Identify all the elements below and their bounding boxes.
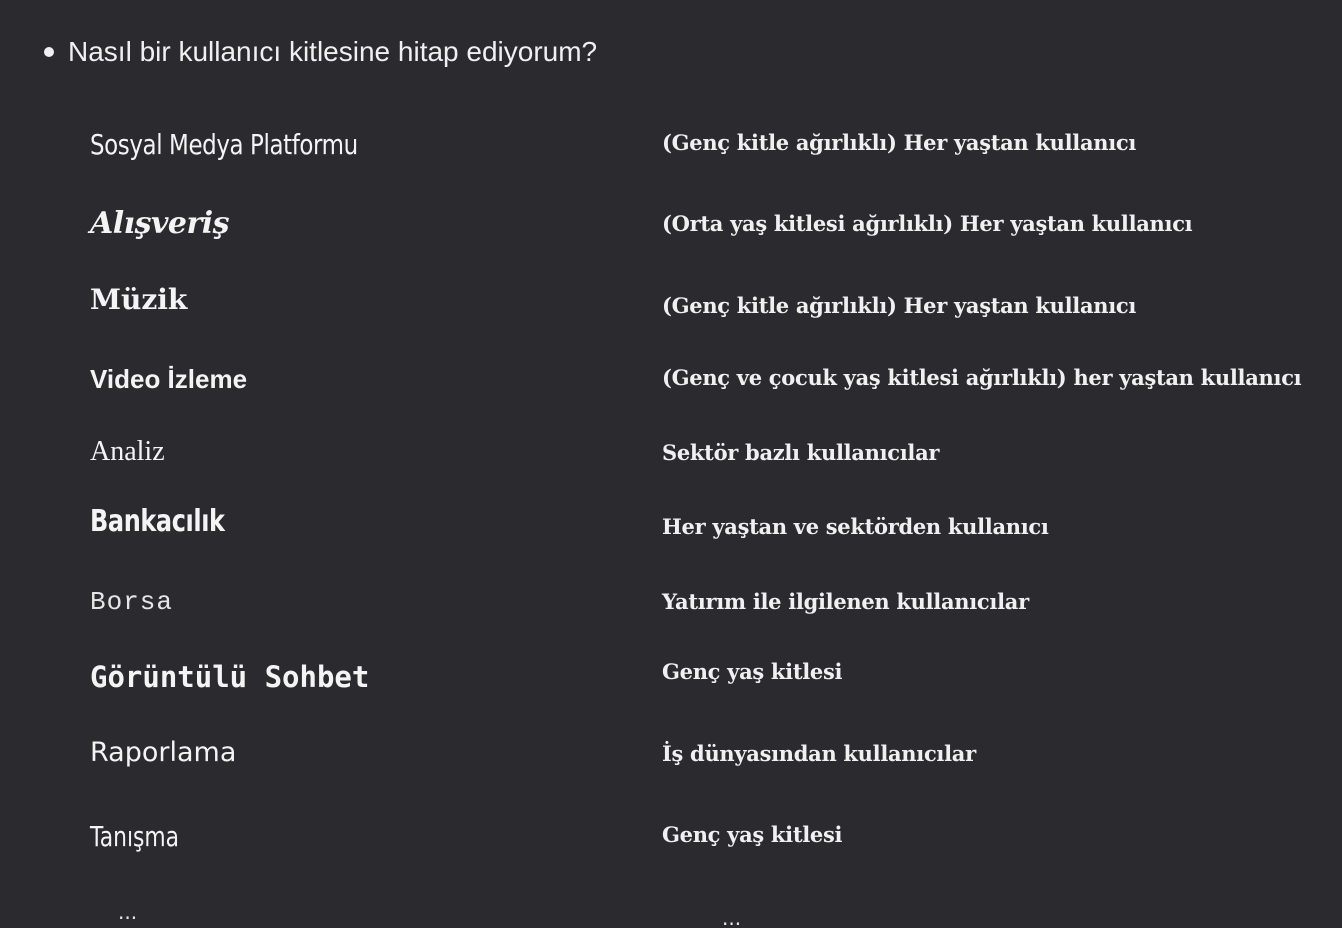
audience-analysis: Sektör bazlı kullanıcılar [662, 440, 940, 465]
category-video-chat: Görüntülü Sohbet [90, 660, 370, 694]
audience-social-media: (Genç kitle ağırlıklı) Her yaştan kullan… [662, 130, 1137, 155]
category-social-media: Sosyal Medya Platformu [90, 128, 358, 161]
audience-stock: Yatırım ile ilgilenen kullanıcılar [662, 589, 1029, 614]
audience-dating: Genç yaş kitlesi [662, 822, 843, 847]
question-text: Nasıl bir kullanıcı kitlesine hitap ediy… [68, 36, 598, 67]
category-stock: Borsa [90, 587, 174, 617]
audience-video: (Genç ve çocuk yaş kitlesi ağırlıklı) he… [662, 365, 1302, 390]
category-video: Video İzleme [90, 364, 248, 394]
category-dating: Tanışma [90, 820, 180, 853]
bullet-dot-icon [44, 47, 54, 57]
ellipsis-right: ... [722, 906, 742, 928]
audience-music: (Genç kitle ağırlıklı) Her yaştan kullan… [662, 293, 1137, 318]
audience-reporting: İş dünyasından kullanıcılar [662, 741, 976, 766]
audience-video-chat: Genç yaş kitlesi [662, 659, 843, 684]
audience-banking: Her yaştan ve sektörden kullanıcı [662, 514, 1049, 539]
category-analysis: Analiz [90, 436, 165, 467]
category-banking: Bankacılık [90, 504, 225, 539]
ellipsis-left: ... [118, 900, 138, 924]
category-reporting: Raporlama [90, 737, 237, 768]
question-bullet: Nasıl bir kullanıcı kitlesine hitap ediy… [44, 36, 597, 68]
category-music: Müzik [90, 283, 188, 316]
category-shopping: Alışveriş [90, 206, 230, 241]
audience-shopping: (Orta yaş kitlesi ağırlıklı) Her yaştan … [662, 211, 1193, 236]
